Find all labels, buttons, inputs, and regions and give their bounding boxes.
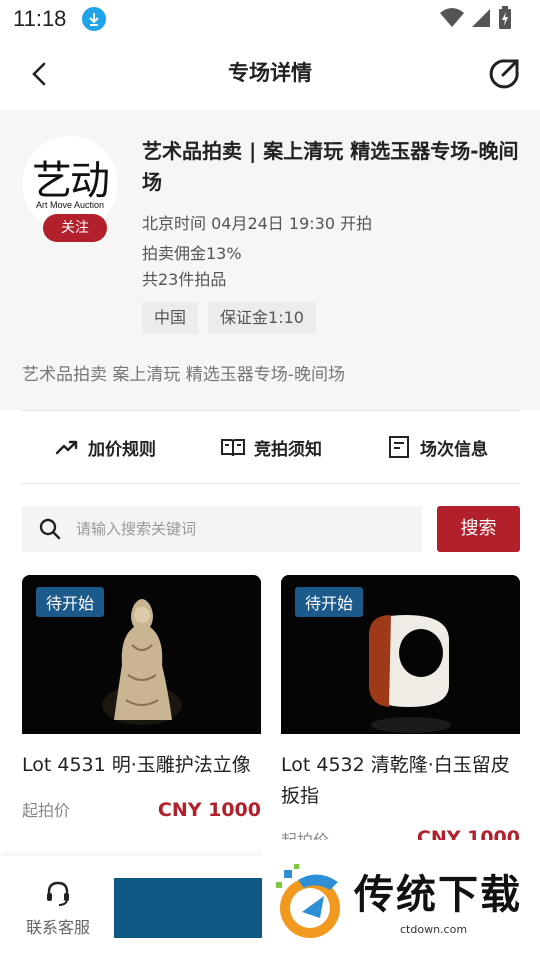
lot-card[interactable]: 待开始 Lot 4531 明·玉雕护法立像 起拍价 CNY 1000: [22, 575, 261, 843]
auction-tags: 中国 保证金1:10: [142, 302, 316, 334]
headset-icon: [47, 881, 69, 906]
logo-text: 艺动: [32, 158, 110, 204]
nav-bar: 专场详情: [0, 38, 540, 110]
lot-name: Lot 4531 明·玉雕护法立像: [22, 754, 251, 776]
search-input[interactable]: [76, 520, 396, 538]
signal-icon: [472, 9, 490, 27]
divider: [22, 483, 520, 484]
lot-card[interactable]: 待开始 Lot 4532 清乾隆·白玉留皮扳指 起拍价 CNY 1000: [281, 575, 520, 843]
lot-price: CNY 1000: [157, 799, 261, 821]
auction-description: 艺术品拍卖 案上清玩 精选玉器专场-晚间场: [22, 365, 345, 385]
tag-region: 中国: [142, 302, 199, 334]
follow-button[interactable]: 关注: [43, 214, 107, 242]
contact-service-button[interactable]: 联系客服: [18, 878, 98, 938]
auction-commission: 拍卖佣金13%: [142, 244, 242, 263]
auction-title: 艺术品拍卖 | 案上清玩 精选玉器专场-晚间场: [142, 139, 519, 194]
download-icon: [82, 7, 106, 31]
tab-bidding-notice[interactable]: 竞拍须知: [220, 434, 322, 460]
search-icon: [39, 518, 61, 540]
status-badge: 待开始: [295, 587, 364, 617]
auction-time: 北京时间 04月24日 19:30 开拍: [142, 214, 373, 233]
auction-lot-count: 共23件拍品: [142, 270, 227, 289]
battery-icon: [499, 6, 511, 29]
watermark-url: ctdown.com: [400, 923, 468, 936]
trend-up-icon: [55, 440, 78, 455]
divider: [22, 410, 520, 411]
status-bar: 11:18: [0, 0, 540, 38]
tab-session-info[interactable]: 场次信息: [386, 434, 488, 460]
action-button[interactable]: [114, 878, 264, 938]
share-icon[interactable]: [486, 56, 522, 92]
watermark-text: 传统下载: [354, 872, 522, 918]
logo-subtext: Art Move Auction: [35, 200, 105, 210]
page-title: 专场详情: [228, 61, 312, 85]
search-button[interactable]: 搜索: [437, 506, 520, 552]
auction-info: 艺动 Art Move Auction 关注 艺术品拍卖 | 案上清玩 精选玉器…: [0, 110, 540, 410]
search-box: [22, 506, 422, 552]
tab-session-info-label: 场次信息: [420, 439, 488, 460]
tag-deposit: 保证金1:10: [208, 302, 316, 334]
watermark-logo: [276, 864, 340, 938]
tab-bid-rules-label: 加价规则: [88, 439, 156, 460]
contact-service-label: 联系客服: [25, 918, 90, 937]
status-badge: 待开始: [36, 587, 105, 617]
tab-bid-rules[interactable]: 加价规则: [54, 434, 156, 460]
info-tabs: 加价规则 竞拍须知 场次信息: [22, 412, 520, 482]
watermark: 传统下载 ctdown.com: [262, 840, 540, 960]
book-icon: [221, 439, 245, 457]
info-board-icon: [389, 436, 409, 458]
start-price-label: 起拍价: [22, 801, 71, 820]
tab-bidding-notice-label: 竞拍须知: [254, 439, 322, 460]
wifi-icon: [440, 8, 464, 27]
lot-name: Lot 4532 清乾隆·白玉留皮扳指: [281, 754, 510, 807]
status-time: 11:18: [13, 6, 67, 31]
